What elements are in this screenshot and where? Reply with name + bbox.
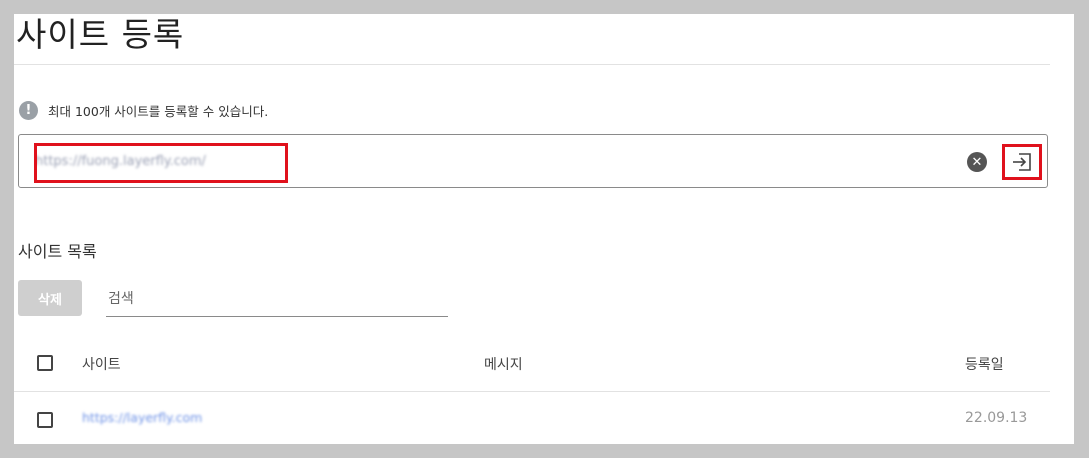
site-registration-panel: 사이트 등록 ! 최대 100개 사이트를 등록할 수 있습니다. ✕ 사이트 … bbox=[14, 14, 1074, 444]
site-list-title: 사이트 목록 bbox=[18, 242, 97, 261]
registered-date: 22.09.13 bbox=[965, 410, 1028, 426]
info-icon: ! bbox=[19, 100, 38, 120]
column-header-registered: 등록일 bbox=[965, 357, 1004, 373]
enter-arrow-icon bbox=[1013, 153, 1031, 171]
clear-icon[interactable]: ✕ bbox=[967, 152, 987, 172]
header-divider bbox=[14, 391, 1050, 392]
url-input-highlight bbox=[34, 143, 288, 183]
select-all-checkbox[interactable] bbox=[37, 355, 53, 371]
register-submit-button[interactable] bbox=[1002, 144, 1042, 180]
search-input[interactable] bbox=[106, 284, 450, 314]
title-divider bbox=[14, 64, 1050, 65]
column-header-site: 사이트 bbox=[82, 357, 121, 373]
info-notice: ! 최대 100개 사이트를 등록할 수 있습니다. bbox=[19, 100, 268, 120]
column-header-message: 메시지 bbox=[484, 357, 523, 373]
row-checkbox[interactable] bbox=[37, 412, 53, 428]
site-link[interactable]: https://layerfly.com bbox=[82, 410, 202, 425]
delete-button[interactable]: 삭제 bbox=[18, 280, 82, 316]
url-input-box: ✕ bbox=[18, 134, 1048, 188]
search-field bbox=[106, 280, 450, 317]
page-title: 사이트 등록 bbox=[16, 15, 185, 54]
info-text: 최대 100개 사이트를 등록할 수 있습니다. bbox=[48, 103, 269, 119]
